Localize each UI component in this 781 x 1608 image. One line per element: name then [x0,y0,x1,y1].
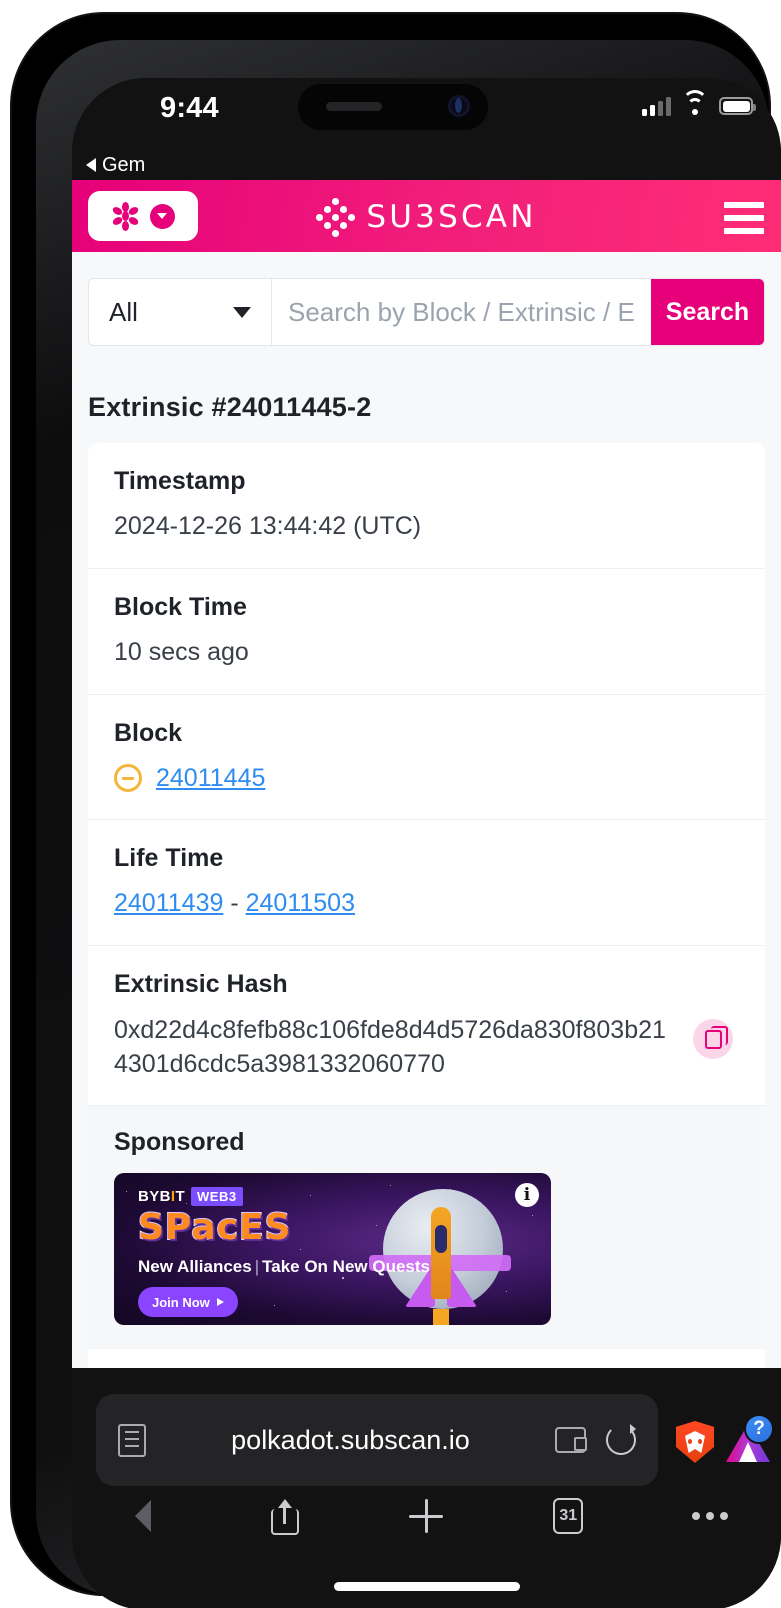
browser-chrome: polkadot.subscan.io ? 31 [72,1368,781,1608]
life-time-label: Life Time [114,844,224,873]
block-time-label: Block Time [114,592,247,621]
detail-row-block-time: Block Time 10 secs ago [88,569,765,695]
polkadot-triangle-icon[interactable]: ? [726,1414,774,1464]
minus-circle-icon [114,764,142,793]
ad-brand-row: BYBIT WEB3 [138,1187,243,1206]
copy-icon[interactable] [693,1019,733,1059]
share-icon [270,1497,299,1535]
wallet-icon[interactable] [555,1427,587,1453]
url-text[interactable]: polkadot.subscan.io [146,1425,555,1456]
share-button[interactable] [214,1480,356,1552]
status-indicators [642,90,756,116]
app-header: SU3SCAN [72,180,781,252]
cellular-signal-icon [642,96,671,116]
search-input[interactable] [272,279,651,345]
tabs-icon: 31 [553,1498,584,1534]
phone-screen: 9:44 Gem SU3SCAN All Search by Block / E… [72,78,781,1608]
ad-cta-label: Join Now [152,1294,210,1310]
ad-tagline: New Alliances | Take On New Quests [138,1257,430,1276]
front-camera-icon [448,95,470,117]
search-button[interactable]: Search [651,279,764,345]
extrinsic-hash-label: Extrinsic Hash [114,970,288,998]
help-badge[interactable]: ? [744,1414,774,1444]
detail-row-life-time: Life Time 24011439 - 24011503 [88,820,765,946]
life-time-to-link[interactable]: 24011503 [246,889,355,917]
dynamic-island [298,84,488,130]
search-bar: All Search [88,278,765,346]
ad-cta-button[interactable]: Join Now [138,1287,238,1317]
search-filter-select[interactable]: All [89,279,272,345]
plus-icon [409,1499,444,1533]
search-filter-value: All [109,296,138,327]
chevron-left-icon [134,1500,151,1532]
life-time-separator: - [230,889,239,918]
detail-row-block: Block 24011445 [88,695,765,821]
hamburger-menu-icon[interactable] [724,202,764,234]
info-icon[interactable]: i [515,1183,539,1207]
brave-lion-icon[interactable] [676,1421,714,1463]
detail-row-timestamp: Timestamp 2024-12-26 13:44:42 (UTC) [88,443,765,569]
sponsored-label: Sponsored [114,1128,245,1156]
battery-full-icon [719,97,756,115]
page-content: All Search Extrinsic #24011445-2 Timesta… [72,252,781,1368]
extrinsic-detail-card: Timestamp 2024-12-26 13:44:42 (UTC) Bloc… [88,443,765,1368]
timestamp-value: 2024-12-26 13:44:42 (UTC) [114,512,422,540]
extrinsic-hash-value: 0xd22d4c8fefb88c106fde8d4d5726da830f803b… [114,1016,666,1078]
subscan-diamond-icon [316,198,355,237]
ad-brand-badge: WEB3 [191,1187,243,1206]
triangle-left-icon [86,158,96,172]
detail-row-action: Action Balances (Transfer_allow_death) [88,1349,765,1368]
new-tab-button[interactable] [356,1480,498,1552]
brand-logo[interactable]: SU3SCAN [72,198,781,237]
home-indicator [333,1582,520,1591]
life-time-from-link[interactable]: 24011439 [114,889,223,917]
back-to-app-link[interactable]: Gem [72,150,781,180]
block-label: Block [114,718,183,747]
speaker-icon [326,102,382,111]
timestamp-label: Timestamp [114,467,246,495]
detail-row-extrinsic-hash: Extrinsic Hash 0xd22d4c8fefb88c106fde8d4… [88,946,765,1106]
more-horizontal-icon [692,1512,729,1520]
back-app-label: Gem [102,153,146,176]
tabs-button[interactable]: 31 [497,1480,639,1552]
arrow-right-icon [216,1298,224,1306]
status-time: 9:44 [160,92,219,124]
reload-icon[interactable] [606,1424,636,1455]
url-bar[interactable]: polkadot.subscan.io [96,1394,658,1486]
sponsored-section: Sponsored BYBIT WEB3 SPacES New Alliance… [88,1106,765,1349]
chevron-down-icon [233,306,251,318]
page-title: Extrinsic #24011445-2 [88,392,372,422]
more-button[interactable] [639,1480,781,1552]
ios-status-bar: 9:44 [72,78,781,150]
back-button[interactable] [72,1480,214,1552]
ad-brand-name: BYBIT [138,1188,186,1205]
sponsored-ad-banner[interactable]: BYBIT WEB3 SPacES New Alliances | Take On … [114,1173,551,1325]
screenshot-root: 9:44 Gem SU3SCAN All Search by Block / E… [0,0,781,1608]
phone-frame: 9:44 Gem SU3SCAN All Search by Block / E… [12,14,781,1608]
browser-toolbar: 31 [72,1480,781,1552]
block-time-value: 10 secs ago [114,637,249,666]
wifi-icon [682,90,708,116]
ad-headline: SPacES [137,1206,292,1249]
reader-view-icon[interactable] [118,1423,146,1457]
block-number-link[interactable]: 24011445 [156,762,265,796]
brand-wordmark: SU3SCAN [366,199,537,235]
phone-bezel: 9:44 Gem SU3SCAN All Search by Block / E… [36,40,781,1608]
